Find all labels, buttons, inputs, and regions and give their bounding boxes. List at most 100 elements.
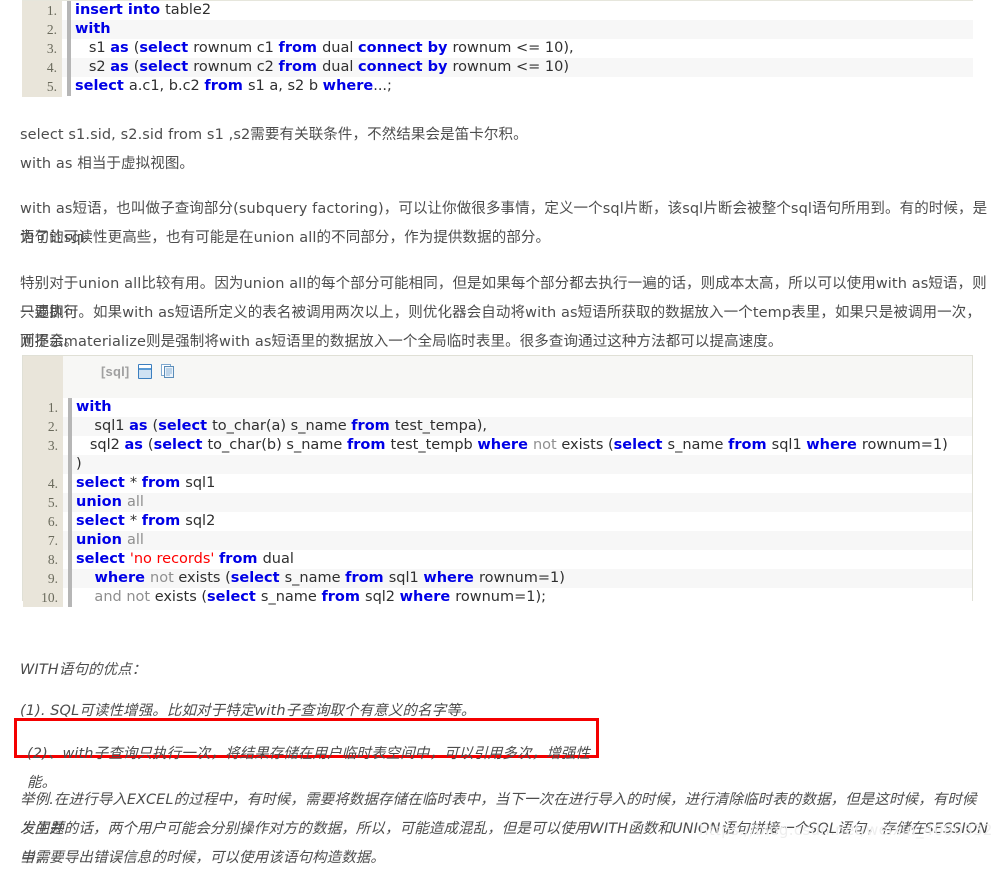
code-token-kw: as bbox=[110, 59, 134, 75]
line-number: 6. bbox=[23, 512, 63, 531]
code-line: 9. where not exists (select s_name from … bbox=[23, 569, 972, 588]
code-text: where not exists (select s_name from sql… bbox=[76, 569, 564, 588]
code-token-kw: select bbox=[139, 59, 194, 75]
line-number: 7. bbox=[23, 531, 63, 550]
code-text: with bbox=[76, 398, 112, 417]
code-token-kw: select bbox=[76, 513, 130, 529]
heading-with-advantages: WITH语句的优点： bbox=[20, 661, 147, 678]
code-token-plain: sql2 bbox=[76, 437, 125, 453]
code-text: ) bbox=[76, 455, 82, 474]
code-token-kw: where bbox=[94, 570, 151, 586]
code-line: 3. s1 as (select rownum c1 from dual con… bbox=[22, 39, 973, 58]
gutter-divider bbox=[67, 77, 71, 96]
code-token-kw: where bbox=[477, 437, 533, 453]
code-token-kw: from bbox=[278, 59, 323, 75]
code-token-plain: rownum <= 10), bbox=[452, 40, 574, 56]
code-token-kw: from bbox=[141, 475, 186, 491]
code-token-kw: as bbox=[110, 40, 134, 56]
code-token-plain: s1 bbox=[75, 40, 111, 56]
code-lines-container: 1. insert into table2 2. with 3. s1 as (sele… bbox=[22, 1, 973, 96]
paragraph-union-all-line3: 而提示materialize则是强制将with as短语里的数据放入一个全局临时… bbox=[20, 333, 783, 350]
line-number: 9. bbox=[23, 569, 63, 588]
code-token-kw: as bbox=[124, 437, 148, 453]
view-plain-icon[interactable] bbox=[138, 364, 153, 379]
code-token-plain: rownum c2 bbox=[193, 59, 279, 75]
code-token-plain: rownum <= 10) bbox=[452, 59, 570, 75]
code-token-plain: * bbox=[129, 475, 142, 491]
code-token-plain: rownum=1); bbox=[455, 589, 547, 605]
code-line: 3. sql2 as (select to_char(b) s_name fro… bbox=[23, 436, 972, 455]
line-number: 10. bbox=[23, 588, 63, 607]
gutter-divider bbox=[67, 20, 71, 39]
line-number: 1. bbox=[22, 1, 62, 20]
code-text: sql1 as (select to_char(a) s_name from t… bbox=[76, 417, 487, 436]
code-token-kw: from bbox=[204, 78, 248, 94]
code-token-plain: exists ( bbox=[561, 437, 614, 453]
code-token-dim: all bbox=[126, 532, 144, 548]
line-number: 5. bbox=[23, 493, 63, 512]
language-tag: [sql] bbox=[101, 364, 130, 379]
code-token-plain: s2 bbox=[75, 59, 111, 75]
code-token-kw: from bbox=[141, 513, 186, 529]
code-line: 2. sql1 as (select to_char(a) s_name fro… bbox=[23, 417, 972, 436]
code-token-plain: sql1 bbox=[185, 475, 216, 491]
code-token-plain: dual bbox=[262, 551, 294, 567]
line-number: 4. bbox=[23, 474, 63, 493]
paragraph-cartesian-note: select s1.sid, s2.sid from s1 ,s2需要有关联条件… bbox=[20, 126, 528, 143]
code-token-kw: from bbox=[728, 437, 772, 453]
code-token-plain: ) bbox=[76, 456, 82, 472]
code-text: union all bbox=[76, 531, 144, 550]
code-line: 5. union all bbox=[23, 493, 972, 512]
code-token-kw: from bbox=[321, 589, 366, 605]
code-text: union all bbox=[76, 493, 144, 512]
code-text: with bbox=[75, 20, 111, 39]
gutter-divider bbox=[68, 588, 72, 607]
code-line: 1. with bbox=[23, 398, 972, 417]
code-token-kw: select bbox=[230, 570, 285, 586]
code-token-kw: where bbox=[806, 437, 862, 453]
gutter-divider bbox=[67, 1, 71, 20]
copy-icon[interactable] bbox=[161, 364, 175, 379]
code-text: sql2 as (select to_char(b) s_name from t… bbox=[76, 436, 948, 455]
paragraph-subquery-factoring-line2: 语句的可读性更高些，也有可能是在union all的不同部分，作为提供数据的部分… bbox=[20, 229, 551, 246]
code-text: select 'no records' from dual bbox=[76, 550, 294, 569]
code-token-dim: and not bbox=[76, 589, 155, 605]
gutter-divider bbox=[67, 39, 71, 58]
gutter-divider bbox=[68, 512, 72, 531]
code-token-plain: exists ( bbox=[178, 570, 231, 586]
code-token-kw: as bbox=[129, 418, 153, 434]
line-number: 8. bbox=[23, 550, 63, 569]
code-token-kw: select bbox=[139, 40, 194, 56]
code-line: ) bbox=[23, 455, 972, 474]
line-number: 2. bbox=[22, 20, 62, 39]
code-token-plain: table2 bbox=[165, 2, 212, 18]
code-token-plain: sql1 bbox=[771, 437, 807, 453]
code-token-plain: sql1 bbox=[388, 570, 424, 586]
code-block-sql-2[interactable]: [sql] 1. with 2. sql1 as (select to_char(a… bbox=[22, 355, 973, 607]
code-token-plain: rownum c1 bbox=[193, 40, 279, 56]
code-token-kw: select bbox=[76, 551, 130, 567]
code-token-plain: rownum=1) bbox=[861, 437, 948, 453]
code-token-kw: union bbox=[76, 532, 127, 548]
code-token-kw: connect by bbox=[358, 40, 453, 56]
gutter-divider bbox=[68, 569, 72, 588]
code-text: select * from sql2 bbox=[76, 512, 215, 531]
code-line: 2. with bbox=[22, 20, 973, 39]
code-token-kw: select bbox=[207, 589, 261, 605]
code-token-kw: with bbox=[75, 21, 111, 37]
code-token-plain: sql1 bbox=[76, 418, 130, 434]
gutter-divider bbox=[68, 550, 72, 569]
gutter-divider bbox=[68, 493, 72, 512]
code-text: select a.c1, b.c2 from s1 a, s2 b where.… bbox=[75, 77, 392, 96]
code-token-dim: not bbox=[532, 437, 562, 453]
line-number: 4. bbox=[22, 58, 62, 77]
code-block-toolbar: [sql] bbox=[101, 364, 175, 379]
code-token-plain: dual bbox=[322, 40, 359, 56]
code-token-plain: exists ( bbox=[154, 589, 208, 605]
code-token-plain: ...; bbox=[373, 78, 392, 94]
code-token-kw: union bbox=[76, 494, 127, 510]
code-token-kw: connect by bbox=[358, 59, 453, 75]
code-block-sql-1[interactable]: 1. insert into table2 2. with 3. s1 as (sele… bbox=[22, 0, 973, 97]
code-text: and not exists (select s_name from sql2 … bbox=[76, 588, 546, 607]
